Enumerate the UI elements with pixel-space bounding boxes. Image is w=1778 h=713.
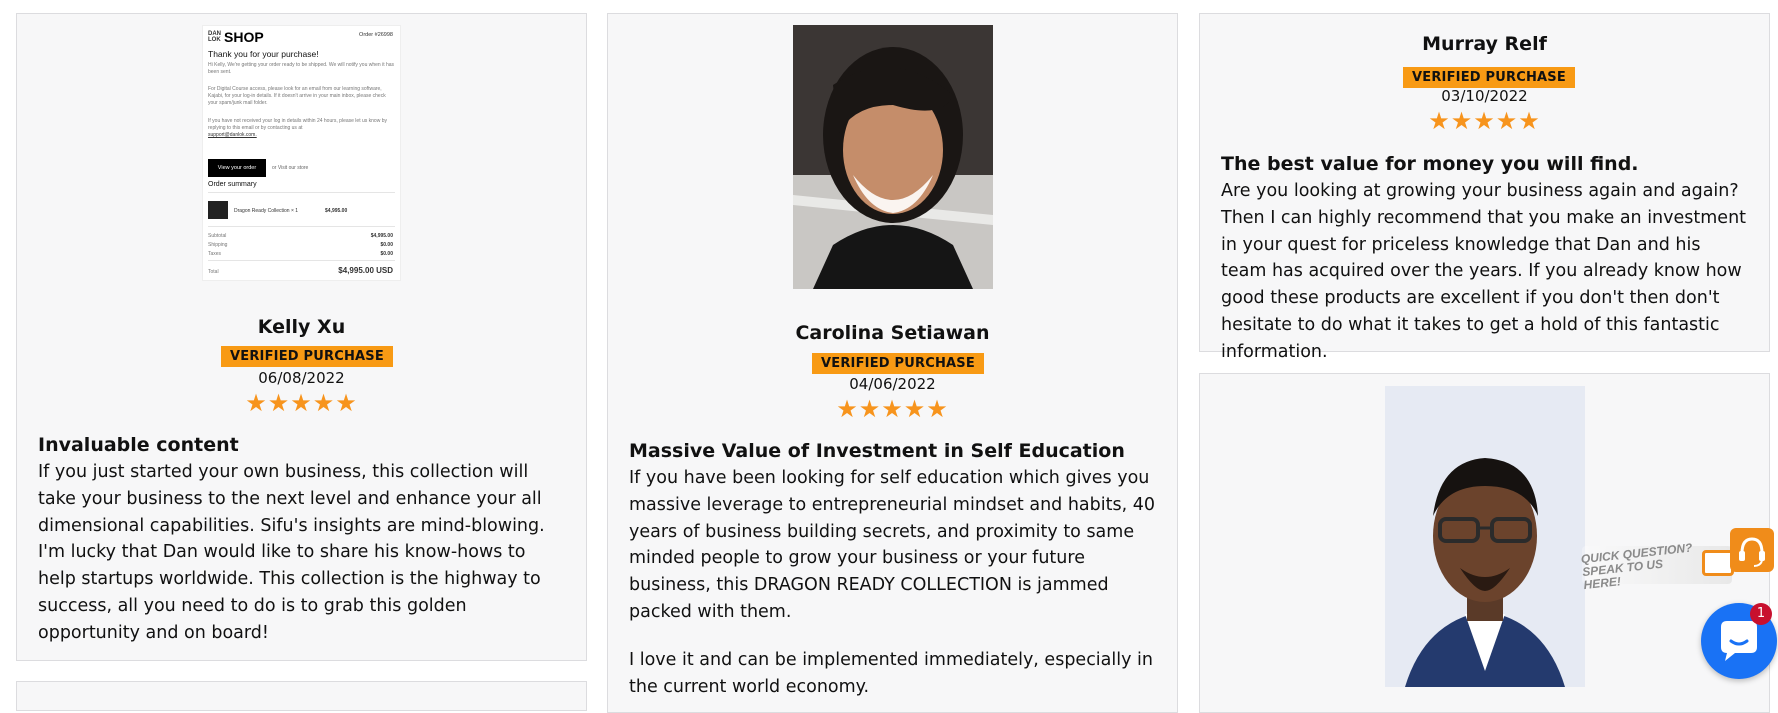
review-card-carolina: Carolina Setiawan VERIFIED PURCHASE 04/0…: [607, 13, 1178, 713]
review-title: Invaluable content: [38, 434, 239, 456]
receipt-row-total: Total $4,995.00 USD: [208, 266, 393, 275]
receipt-row-taxes: Taxes $0.00: [208, 251, 393, 257]
receipt-item-price: $4,995.00: [325, 208, 348, 214]
review-title: The best value for money you will find.: [1221, 153, 1639, 175]
review-card-next: [16, 681, 587, 711]
receipt-row-shipping: Shipping $0.00: [208, 242, 393, 248]
receipt-order-number: Order #26998: [359, 32, 393, 38]
receipt-view-order-button: View your order: [208, 159, 266, 177]
headset-glyph: [1739, 537, 1765, 567]
order-receipt-image: DAN LOK SHOP Order #26998 Thank you for …: [202, 25, 401, 281]
verified-purchase-badge: VERIFIED PURCHASE: [221, 346, 393, 367]
headset-icon[interactable]: [1730, 528, 1774, 572]
review-body: Are you looking at growing your business…: [1221, 181, 1747, 362]
review-date: 06/08/2022: [258, 369, 345, 387]
review-body-continued: I love it and can be implemented immedia…: [629, 650, 1153, 697]
receipt-item-name: Dragon Ready Collection × 1: [234, 208, 299, 214]
verified-purchase-badge: VERIFIED PURCHASE: [1403, 67, 1575, 88]
star-rating: ★★★★★: [245, 389, 358, 417]
reviewer-photo: [1385, 386, 1585, 687]
receipt-item-thumbnail: [208, 201, 228, 219]
receipt-divider: [208, 192, 395, 193]
chat-unread-badge: 1: [1750, 603, 1772, 625]
review-body: If you just started your own business, t…: [38, 462, 545, 643]
receipt-paragraph: If you have not received your log in det…: [208, 118, 387, 131]
receipt-divider: [208, 226, 395, 227]
verified-purchase-badge: VERIFIED PURCHASE: [812, 353, 984, 374]
reviewer-name: Carolina Setiawan: [795, 322, 990, 344]
review-date: 04/06/2022: [849, 375, 936, 393]
star-rating: ★★★★★: [836, 395, 949, 423]
receipt-visit-store: or Visit our store: [272, 165, 309, 171]
portrait-illustration: [793, 25, 993, 289]
review-card-murray: Murray Relf VERIFIED PURCHASE 03/10/2022…: [1199, 13, 1770, 362]
receipt-paragraph: Hi Kelly, We're getting your order ready…: [208, 62, 395, 75]
reviewer-photo: [793, 25, 993, 289]
star-rating: ★★★★★: [1428, 107, 1541, 135]
reviewer-name: Murray Relf: [1422, 33, 1547, 55]
quick-question-widget[interactable]: QUICK QUESTION? SPEAK TO US HERE!: [1580, 528, 1774, 592]
review-body: If you have been looking for self educat…: [629, 468, 1155, 622]
receipt-row-subtotal: Subtotal $4,995.00: [208, 233, 393, 239]
receipt-summary-heading: Order summary: [208, 181, 257, 188]
receipt-logo: DAN LOK SHOP: [208, 29, 264, 45]
review-title: Massive Value of Investment in Self Educ…: [629, 440, 1125, 462]
review-date: 03/10/2022: [1441, 87, 1528, 105]
receipt-paragraph: For Digital Course access, please look f…: [208, 86, 386, 106]
receipt-divider: [208, 260, 395, 261]
reviewer-name: Kelly Xu: [257, 316, 346, 338]
review-card-kelly: DAN LOK SHOP Order #26998 Thank you for …: [16, 13, 587, 661]
receipt-email-link: support@danlok.com.: [208, 132, 257, 138]
receipt-heading: Thank you for your purchase!: [208, 49, 319, 59]
portrait-illustration: [1385, 386, 1585, 687]
